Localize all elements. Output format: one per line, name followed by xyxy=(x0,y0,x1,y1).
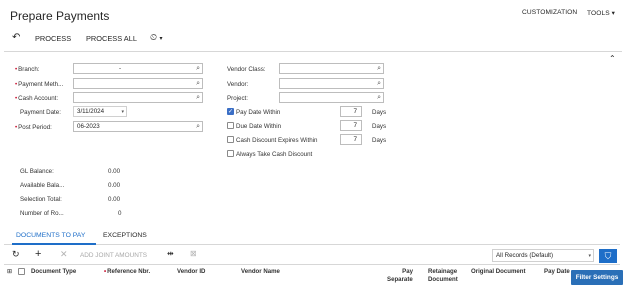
chevron-down-icon: ▾ xyxy=(588,253,591,259)
column-vendor-id[interactable]: Vendor ID xyxy=(177,268,205,275)
due-date-within-days[interactable]: 7 xyxy=(340,120,362,131)
days-label: Days xyxy=(372,137,387,144)
pay-date-within-checkbox[interactable]: ✓ xyxy=(227,108,234,115)
records-select[interactable]: All Records (Default) ▾ xyxy=(492,249,594,262)
search-icon[interactable]: ⌕ xyxy=(196,93,200,102)
gl-balance-value: 0.00 xyxy=(108,168,121,175)
search-icon[interactable]: ⌕ xyxy=(377,64,381,73)
row-selector-icon[interactable]: ⊞ xyxy=(7,268,12,275)
cash-discount-days[interactable]: 7 xyxy=(340,134,362,145)
column-vendor-name[interactable]: Vendor Name xyxy=(241,268,280,275)
tab-documents-to-pay[interactable]: DOCUMENTS TO PAY xyxy=(16,232,85,239)
pay-date-within-days[interactable]: 7 xyxy=(340,106,362,117)
post-period-label: Post Period: xyxy=(15,124,52,131)
page-title: Prepare Payments xyxy=(10,9,110,23)
collapse-icon[interactable]: ⌃ xyxy=(609,54,616,63)
available-balance-label: Available Bala... xyxy=(20,182,65,189)
process-all-button[interactable]: PROCESS ALL xyxy=(86,34,137,43)
column-original-document[interactable]: Original Document xyxy=(471,268,526,275)
tab-exceptions[interactable]: EXCEPTIONS xyxy=(103,232,147,239)
add-icon[interactable]: + xyxy=(35,248,41,260)
add-joint-amounts-button[interactable]: ADD JOINT AMOUNTS xyxy=(80,252,147,259)
undo-icon[interactable]: ↶ xyxy=(12,32,20,43)
payment-method-field[interactable]: ⌕ xyxy=(73,78,203,89)
number-of-rows-label: Number of Ro... xyxy=(20,210,64,217)
column-retainage-document[interactable]: Retainage Document xyxy=(428,268,460,284)
tab-bar xyxy=(4,227,620,245)
pay-date-within-label: Pay Date Within xyxy=(236,109,281,116)
post-period-field[interactable]: 06-2023 ⌕ xyxy=(73,121,203,132)
search-icon[interactable]: ⌕ xyxy=(196,79,200,88)
fit-columns-icon[interactable]: ⇹ xyxy=(167,249,174,258)
chevron-down-icon[interactable]: ▾ xyxy=(121,108,124,117)
select-all-checkbox[interactable] xyxy=(18,268,25,275)
grid-header xyxy=(4,264,620,293)
delete-icon[interactable]: ✕ xyxy=(60,249,68,260)
selection-total-value: 0.00 xyxy=(108,196,121,203)
vendor-class-label: Vendor Class: xyxy=(227,66,266,73)
days-label: Days xyxy=(372,123,387,130)
column-reference-nbr[interactable]: Reference Nbr. xyxy=(104,268,150,275)
due-date-within-checkbox[interactable] xyxy=(227,122,234,129)
branch-value: - xyxy=(119,65,122,72)
post-period-value: 06-2023 xyxy=(77,123,100,130)
export-icon[interactable]: ⊠ xyxy=(190,249,197,258)
search-icon[interactable]: ⌕ xyxy=(377,93,381,102)
tools-label: TOOLS xyxy=(587,10,610,17)
filter-icon[interactable]: ⛉ xyxy=(599,249,617,263)
filter-settings-tooltip: Filter Settings xyxy=(571,270,623,285)
available-balance-value: 0.00 xyxy=(108,182,121,189)
customization-menu[interactable]: CUSTOMIZATION xyxy=(522,9,577,16)
days-label: Days xyxy=(372,109,387,116)
search-icon[interactable]: ⌕ xyxy=(196,64,200,73)
always-take-discount-checkbox[interactable] xyxy=(227,150,234,157)
records-select-value: All Records (Default) xyxy=(496,252,554,259)
branch-label: Branch: xyxy=(15,66,39,73)
payment-date-value: 3/11/2024 xyxy=(77,108,105,115)
tools-menu[interactable]: TOOLS ▾ xyxy=(587,9,615,17)
schedule-icon[interactable]: ⏲ ▾ xyxy=(150,32,163,43)
cash-discount-label: Cash Discount Expires Within xyxy=(236,137,318,144)
refresh-icon[interactable]: ↻ xyxy=(12,249,20,260)
vendor-label: Vendor: xyxy=(227,81,249,88)
payment-date-field[interactable]: 3/11/2024 ▾ xyxy=(73,106,127,117)
project-label: Project: xyxy=(227,95,248,102)
column-pay-separately[interactable]: Pay Separately xyxy=(387,268,413,284)
gl-balance-label: GL Balance: xyxy=(20,168,54,175)
cash-account-field[interactable]: ⌕ xyxy=(73,92,203,103)
number-of-rows-value: 0 xyxy=(118,210,122,217)
column-pay-date[interactable]: Pay Date xyxy=(544,268,570,275)
selection-total-label: Selection Total: xyxy=(20,196,62,203)
payment-method-label: Payment Meth... xyxy=(15,81,63,88)
payment-date-label: Payment Date: xyxy=(20,109,61,116)
cash-discount-checkbox[interactable] xyxy=(227,136,234,143)
due-date-within-label: Due Date Within xyxy=(236,123,282,130)
project-field[interactable]: ⌕ xyxy=(279,92,384,103)
always-take-discount-label: Always Take Cash Discount xyxy=(236,151,313,158)
process-button[interactable]: PROCESS xyxy=(35,34,71,43)
vendor-class-field[interactable]: ⌕ xyxy=(279,63,384,74)
column-document-type[interactable]: Document Type xyxy=(31,268,76,275)
vendor-field[interactable]: ⌕ xyxy=(279,78,384,89)
branch-field[interactable]: - ⌕ xyxy=(73,63,203,74)
cash-account-label: Cash Account: xyxy=(15,95,58,102)
search-icon[interactable]: ⌕ xyxy=(196,122,200,131)
search-icon[interactable]: ⌕ xyxy=(377,79,381,88)
chevron-down-icon: ▾ xyxy=(159,36,163,42)
chevron-down-icon: ▾ xyxy=(611,10,616,17)
active-tab-indicator xyxy=(12,243,96,245)
